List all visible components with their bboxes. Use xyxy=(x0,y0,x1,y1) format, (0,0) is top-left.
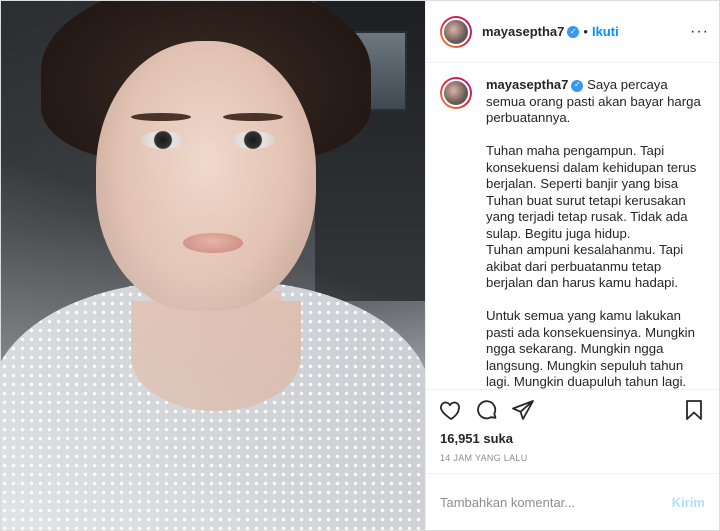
photo-glare xyxy=(1,1,425,530)
separator-dot: • xyxy=(583,24,588,39)
caption-text: Saya percaya semua orang pasti akan baya… xyxy=(486,77,701,389)
more-options-icon[interactable]: ··· xyxy=(690,23,709,41)
comment-box: Kirim xyxy=(426,474,719,530)
post-header: mayaseptha7 ✓ • Ikuti ··· xyxy=(426,1,719,63)
caption: mayaseptha7 ✓ Saya percaya semua orang pa… xyxy=(486,77,705,389)
avatar[interactable] xyxy=(440,15,472,48)
heart-icon[interactable] xyxy=(436,395,466,425)
instagram-post: mayaseptha7 ✓ • Ikuti ··· mayaseptha7 ✓ S… xyxy=(0,0,720,531)
likes-count[interactable]: 16,951 suka xyxy=(426,429,719,449)
comment-input[interactable] xyxy=(440,494,672,510)
bookmark-icon[interactable] xyxy=(679,395,709,425)
caption-avatar[interactable] xyxy=(440,77,472,109)
follow-button[interactable]: Ikuti xyxy=(592,24,619,39)
action-bar xyxy=(426,389,719,429)
paper-plane-icon[interactable] xyxy=(508,395,538,425)
caption-username[interactable]: mayaseptha7 xyxy=(486,77,568,92)
verified-badge-icon: ✓ xyxy=(567,25,580,38)
post-sidebar: mayaseptha7 ✓ • Ikuti ··· mayaseptha7 ✓ S… xyxy=(425,1,719,530)
post-comment-button[interactable]: Kirim xyxy=(672,495,705,510)
post-photo[interactable] xyxy=(1,1,425,530)
verified-badge-icon: ✓ xyxy=(571,79,584,92)
caption-area: mayaseptha7 ✓ Saya percaya semua orang pa… xyxy=(426,63,719,389)
post-timestamp[interactable]: 14 JAM YANG LALU xyxy=(426,449,719,474)
header-username[interactable]: mayaseptha7 xyxy=(482,24,564,39)
comment-bubble-icon[interactable] xyxy=(472,395,502,425)
